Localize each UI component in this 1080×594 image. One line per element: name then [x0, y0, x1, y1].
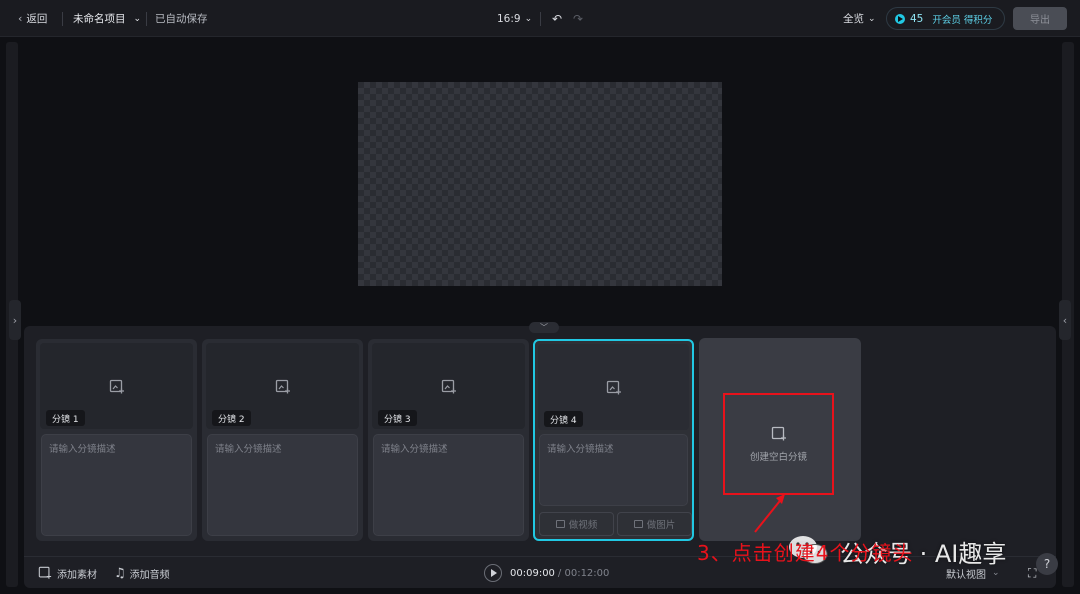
- shot-thumbnail[interactable]: 分镜 4: [538, 344, 689, 430]
- chevron-down-icon: ⌄: [524, 13, 533, 24]
- divider: [62, 12, 63, 26]
- add-frame-icon: [771, 426, 786, 440]
- collapse-panel-button[interactable]: ﹀: [529, 322, 559, 333]
- aspect-ratio-dropdown[interactable]: 16:9 ⌄: [497, 0, 532, 37]
- expand-left-panel-button[interactable]: ›: [9, 300, 21, 340]
- shot-label: 分镜 2: [212, 410, 251, 426]
- chevron-left-icon: ‹: [18, 12, 23, 25]
- play-button[interactable]: [484, 564, 502, 582]
- chevron-down-icon: ⌄: [133, 13, 142, 24]
- shot-description-input[interactable]: 请输入分镜描述: [539, 434, 688, 506]
- back-button[interactable]: ‹ 返回: [18, 0, 47, 37]
- video-icon: [555, 520, 565, 528]
- shot-label: 分镜 3: [378, 410, 417, 426]
- add-image-icon: [275, 379, 290, 394]
- preview-canvas[interactable]: [358, 82, 722, 286]
- shot-card-1[interactable]: 分镜 1 请输入分镜描述: [36, 339, 197, 541]
- add-image-icon: [441, 379, 456, 394]
- question-icon: ?: [1043, 557, 1051, 571]
- aspect-ratio-value: 16:9: [497, 12, 521, 25]
- undo-icon[interactable]: ↶: [552, 0, 562, 37]
- total-time: / 00:12:00: [557, 567, 610, 579]
- shot-card-2[interactable]: 分镜 2 请输入分镜描述: [202, 339, 363, 541]
- shot-card-3[interactable]: 分镜 3 请输入分镜描述: [368, 339, 529, 541]
- credits-badge[interactable]: 45 开会员 得积分: [886, 7, 1005, 30]
- divider: [146, 12, 147, 26]
- back-label: 返回: [26, 13, 48, 25]
- add-media-icon: [38, 566, 52, 579]
- music-note-icon: ♫: [114, 565, 126, 581]
- annotation-text: 3、点击创建4个分镜头: [697, 541, 914, 565]
- shot-label: 分镜 4: [544, 411, 583, 427]
- project-name: 未命名项目: [73, 13, 126, 25]
- zoom-value: 全览: [843, 13, 864, 25]
- make-image-button[interactable]: 做图片: [617, 512, 692, 536]
- export-button[interactable]: 导出: [1013, 7, 1067, 30]
- autosave-status: 已自动保存: [155, 13, 208, 25]
- shot-label: 分镜 1: [46, 410, 85, 426]
- make-video-label: 做视频: [568, 520, 598, 531]
- add-material-label: 添加素材: [57, 569, 97, 581]
- shot-description-input[interactable]: 请输入分镜描述: [373, 434, 524, 536]
- add-audio-label: 添加音频: [129, 569, 170, 581]
- make-video-button[interactable]: 做视频: [539, 512, 614, 536]
- playback-controls: 00:09:00 / 00:12:00: [484, 557, 609, 589]
- expand-right-panel-button[interactable]: ‹: [1059, 300, 1071, 340]
- annotation-highlight-box: 创建空白分镜: [723, 393, 834, 495]
- current-time: 00:09:00: [510, 567, 555, 579]
- shot-description-input[interactable]: 请输入分镜描述: [207, 434, 358, 536]
- image-icon: [633, 520, 643, 528]
- project-name-dropdown[interactable]: 未命名项目 ⌄: [73, 0, 141, 37]
- help-button[interactable]: ?: [1036, 553, 1058, 575]
- add-audio-button[interactable]: ♫ 添加音频: [114, 557, 170, 589]
- chevron-down-icon: ⌄: [992, 568, 1000, 578]
- shot-description-input[interactable]: 请输入分镜描述: [41, 434, 192, 536]
- shot-thumbnail[interactable]: 分镜 1: [40, 343, 193, 429]
- shot-thumbnail[interactable]: 分镜 2: [206, 343, 359, 429]
- redo-icon[interactable]: ↷: [573, 0, 583, 37]
- vip-link[interactable]: 开会员 得积分: [932, 12, 992, 26]
- credit-coin-icon: [895, 13, 905, 24]
- shot-thumbnail[interactable]: 分镜 3: [372, 343, 525, 429]
- app-window: ‹ 返回 未命名项目 ⌄ 已自动保存 16:9 ⌄ ↶ ↷ 全览 ⌄ 45 开会…: [0, 0, 1080, 594]
- annotation-arrow: [754, 494, 785, 533]
- chevron-down-icon: ⌄: [868, 13, 876, 24]
- add-image-icon: [606, 380, 621, 395]
- chevron-left-icon: ‹: [1062, 313, 1068, 327]
- credit-count: 45: [910, 12, 924, 25]
- chevron-right-icon: ›: [12, 313, 18, 327]
- divider: [540, 12, 541, 26]
- top-bar: ‹ 返回 未命名项目 ⌄ 已自动保存 16:9 ⌄ ↶ ↷ 全览 ⌄ 45 开会…: [0, 0, 1080, 37]
- create-blank-shot-label: 创建空白分镜: [749, 451, 807, 463]
- add-image-icon: [109, 379, 124, 394]
- make-image-label: 做图片: [646, 520, 676, 531]
- shot-card-4[interactable]: 分镜 4 请输入分镜描述 做视频 做图片: [533, 339, 694, 541]
- zoom-dropdown[interactable]: 全览 ⌄: [843, 0, 876, 37]
- add-material-button[interactable]: 添加素材: [38, 557, 97, 589]
- chevron-down-icon: ﹀: [540, 322, 548, 332]
